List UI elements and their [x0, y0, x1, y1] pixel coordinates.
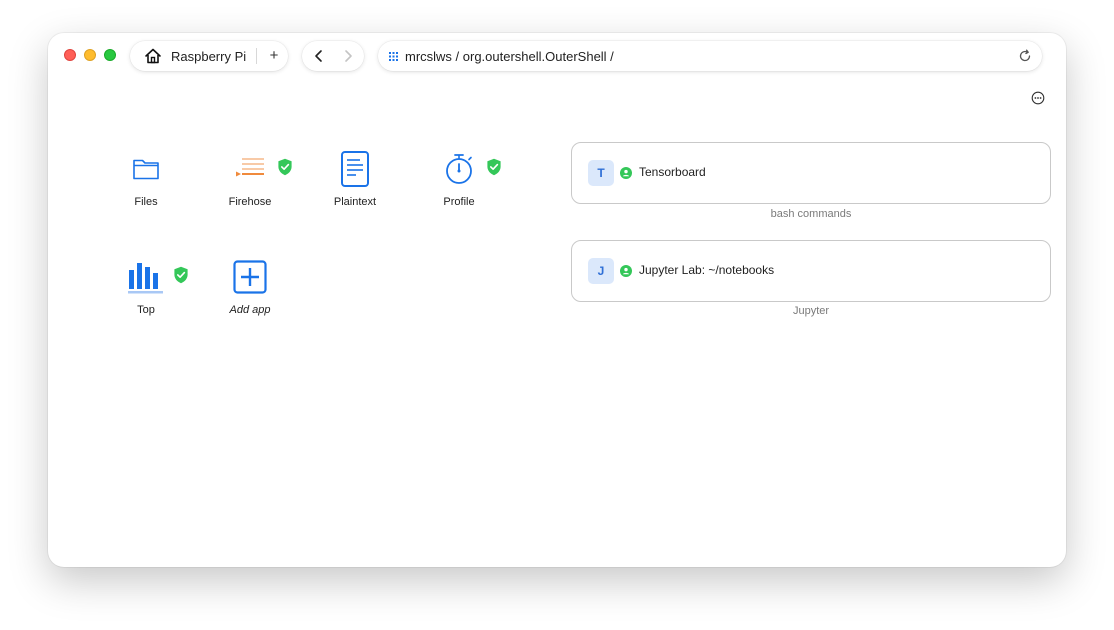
desktop-background: Raspberry Pi + mrcslws / org.outershell.…: [0, 0, 1114, 630]
navigation-controls: [302, 41, 364, 71]
app-files[interactable]: Files: [101, 150, 191, 220]
address-bar[interactable]: mrcslws / org.outershell.OuterShell /: [378, 41, 1042, 71]
bar-chart-icon: [128, 263, 163, 294]
tab-divider: [256, 48, 257, 64]
session-avatar: J: [588, 258, 614, 284]
session-caption: bash commands: [770, 208, 852, 220]
app-top[interactable]: Top: [101, 258, 191, 328]
document-icon: [341, 151, 369, 187]
title-bar: Raspberry Pi + mrcslws / org.outershell.…: [48, 33, 1066, 79]
session-caption: Jupyter: [792, 305, 830, 317]
app-label: Top: [137, 304, 155, 316]
app-plaintext[interactable]: Plaintext: [310, 150, 400, 220]
app-label: Plaintext: [333, 196, 377, 208]
session-title: Tensorboard: [639, 165, 706, 179]
firehose-icon: [236, 158, 264, 177]
app-label: Firehose: [228, 196, 272, 208]
stopwatch-icon: [446, 154, 472, 184]
browser-window: Raspberry Pi + mrcslws / org.outershell.…: [48, 33, 1066, 567]
verified-shield-icon: [278, 158, 292, 176]
session-title: Jupyter Lab: ~/notebooks: [639, 263, 775, 277]
user-status-icon: [620, 265, 632, 277]
app-profile[interactable]: Profile: [414, 150, 504, 220]
app-label: Add app: [229, 304, 271, 316]
verified-shield-icon: [174, 266, 188, 284]
user-status-icon: [620, 167, 632, 179]
address-text: mrcslws / org.outershell.OuterShell /: [405, 48, 614, 64]
new-tab-button[interactable]: +: [264, 41, 284, 71]
home-icon: [145, 48, 161, 64]
add-app-button[interactable]: Add app: [205, 258, 295, 328]
folder-icon: [133, 159, 159, 180]
add-square-icon: [233, 260, 267, 294]
close-window-button[interactable]: [64, 49, 76, 61]
minimize-window-button[interactable]: [84, 49, 96, 61]
app-label: Files: [134, 196, 158, 208]
app-firehose[interactable]: Firehose: [205, 150, 295, 220]
browser-tab[interactable]: Raspberry Pi +: [130, 41, 288, 71]
session-card-jupyter[interactable]: J Jupyter Lab: ~/notebooks: [571, 240, 1051, 302]
more-options-icon[interactable]: [1031, 91, 1045, 105]
session-card-tensorboard[interactable]: T Tensorboard: [571, 142, 1051, 204]
zoom-window-button[interactable]: [104, 49, 116, 61]
back-arrow-icon[interactable]: [311, 48, 327, 64]
app-label: Profile: [443, 196, 475, 208]
session-avatar: T: [588, 160, 614, 186]
tab-title: Raspberry Pi: [171, 48, 247, 64]
verified-shield-icon: [487, 158, 501, 176]
reload-icon[interactable]: [1018, 49, 1032, 63]
forward-arrow-icon[interactable]: [340, 48, 356, 64]
grid-icon: [389, 51, 398, 61]
